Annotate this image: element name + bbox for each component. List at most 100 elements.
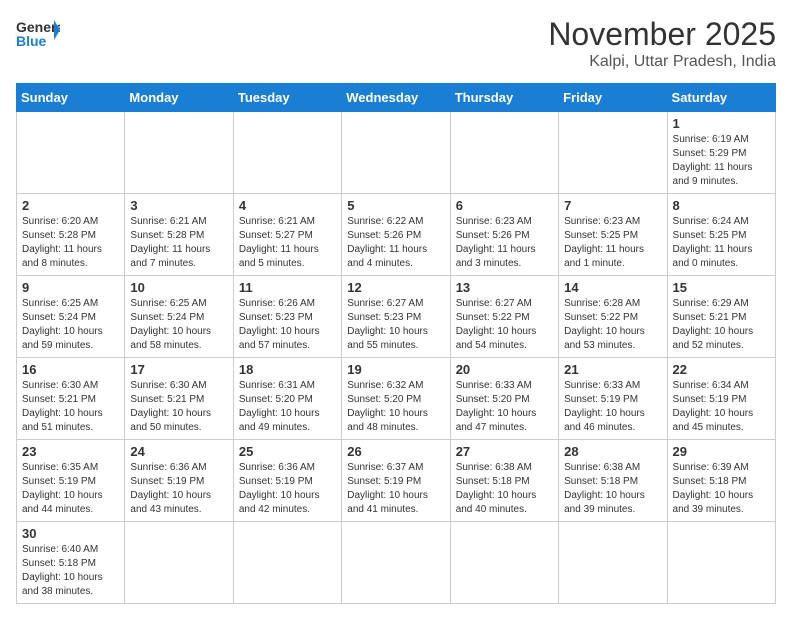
day-info: Sunrise: 6:30 AMSunset: 5:21 PMDaylight:…	[22, 379, 119, 435]
col-header-monday: Monday	[125, 84, 233, 112]
calendar-cell: 27 Sunrise: 6:38 AMSunset: 5:18 PMDayligh…	[450, 440, 558, 522]
calendar-cell: 7 Sunrise: 6:23 AMSunset: 5:25 PMDaylight…	[559, 194, 667, 276]
calendar-cell: 17Sunrise: 6:30 AMSunset: 5:21 PMDayligh…	[125, 358, 233, 440]
day-number: 8	[673, 198, 770, 213]
calendar-cell	[559, 112, 667, 194]
week-row-5: 23Sunrise: 6:35 AMSunset: 5:19 PMDayligh…	[17, 440, 776, 522]
day-number: 19	[347, 362, 444, 377]
calendar-cell: 28 Sunrise: 6:38 AMSunset: 5:18 PMDayligh…	[559, 440, 667, 522]
calendar-cell: 9 Sunrise: 6:25 AMSunset: 5:24 PMDaylight…	[17, 276, 125, 358]
page-header: General Blue November 2025 Kalpi, Uttar …	[16, 16, 776, 71]
day-info: Sunrise: 6:37 AMSunset: 5:19 PMDaylight:…	[347, 461, 444, 517]
calendar-cell: 29 Sunrise: 6:39 AMSunset: 5:18 PMDayligh…	[667, 440, 775, 522]
day-info: Sunrise: 6:27 AMSunset: 5:22 PMDaylight:…	[456, 297, 553, 353]
day-number: 21	[564, 362, 661, 377]
calendar-cell: 1 Sunrise: 6:19 AMSunset: 5:29 PMDaylight…	[667, 112, 775, 194]
day-number: 28	[564, 444, 661, 459]
calendar-cell: 24Sunrise: 6:36 AMSunset: 5:19 PMDayligh…	[125, 440, 233, 522]
day-number: 27	[456, 444, 553, 459]
day-info: Sunrise: 6:19 AMSunset: 5:29 PMDaylight:…	[673, 133, 770, 189]
calendar: SundayMondayTuesdayWednesdayThursdayFrid…	[16, 83, 776, 604]
calendar-cell: 18Sunrise: 6:31 AMSunset: 5:20 PMDayligh…	[233, 358, 341, 440]
calendar-cell: 21 Sunrise: 6:33 AMSunset: 5:19 PMDayligh…	[559, 358, 667, 440]
calendar-header-row: SundayMondayTuesdayWednesdayThursdayFrid…	[17, 84, 776, 112]
day-number: 14	[564, 280, 661, 295]
week-row-6: 30 Sunrise: 6:40 AMSunset: 5:18 PMDayligh…	[17, 522, 776, 604]
col-header-thursday: Thursday	[450, 84, 558, 112]
day-number: 7	[564, 198, 661, 213]
day-number: 12	[347, 280, 444, 295]
day-number: 24	[130, 444, 227, 459]
day-number: 22	[673, 362, 770, 377]
day-info: Sunrise: 6:38 AMSunset: 5:18 PMDaylight:…	[564, 461, 661, 517]
calendar-cell	[450, 522, 558, 604]
day-number: 20	[456, 362, 553, 377]
day-number: 10	[130, 280, 227, 295]
day-info: Sunrise: 6:20 AMSunset: 5:28 PMDaylight:…	[22, 215, 119, 271]
calendar-cell	[667, 522, 775, 604]
day-info: Sunrise: 6:22 AMSunset: 5:26 PMDaylight:…	[347, 215, 444, 271]
month-title: November 2025	[548, 16, 776, 53]
calendar-cell	[233, 522, 341, 604]
day-number: 5	[347, 198, 444, 213]
day-number: 1	[673, 116, 770, 131]
calendar-cell: 5 Sunrise: 6:22 AMSunset: 5:26 PMDaylight…	[342, 194, 450, 276]
day-info: Sunrise: 6:38 AMSunset: 5:18 PMDaylight:…	[456, 461, 553, 517]
day-info: Sunrise: 6:24 AMSunset: 5:25 PMDaylight:…	[673, 215, 770, 271]
calendar-cell: 20Sunrise: 6:33 AMSunset: 5:20 PMDayligh…	[450, 358, 558, 440]
calendar-cell: 23Sunrise: 6:35 AMSunset: 5:19 PMDayligh…	[17, 440, 125, 522]
calendar-cell: 30 Sunrise: 6:40 AMSunset: 5:18 PMDayligh…	[17, 522, 125, 604]
calendar-cell	[125, 522, 233, 604]
day-number: 13	[456, 280, 553, 295]
week-row-3: 9 Sunrise: 6:25 AMSunset: 5:24 PMDaylight…	[17, 276, 776, 358]
day-number: 3	[130, 198, 227, 213]
calendar-cell: 26Sunrise: 6:37 AMSunset: 5:19 PMDayligh…	[342, 440, 450, 522]
day-info: Sunrise: 6:25 AMSunset: 5:24 PMDaylight:…	[130, 297, 227, 353]
day-info: Sunrise: 6:32 AMSunset: 5:20 PMDaylight:…	[347, 379, 444, 435]
col-header-saturday: Saturday	[667, 84, 775, 112]
day-info: Sunrise: 6:40 AMSunset: 5:18 PMDaylight:…	[22, 543, 119, 599]
title-block: November 2025 Kalpi, Uttar Pradesh, Indi…	[548, 16, 776, 71]
day-number: 11	[239, 280, 336, 295]
day-info: Sunrise: 6:21 AMSunset: 5:28 PMDaylight:…	[130, 215, 227, 271]
day-number: 29	[673, 444, 770, 459]
day-info: Sunrise: 6:29 AMSunset: 5:21 PMDaylight:…	[673, 297, 770, 353]
location: Kalpi, Uttar Pradesh, India	[548, 53, 776, 71]
calendar-cell	[342, 112, 450, 194]
calendar-cell: 6 Sunrise: 6:23 AMSunset: 5:26 PMDaylight…	[450, 194, 558, 276]
day-info: Sunrise: 6:30 AMSunset: 5:21 PMDaylight:…	[130, 379, 227, 435]
calendar-cell: 19 Sunrise: 6:32 AMSunset: 5:20 PMDayligh…	[342, 358, 450, 440]
day-number: 25	[239, 444, 336, 459]
day-number: 9	[22, 280, 119, 295]
calendar-cell	[233, 112, 341, 194]
day-number: 30	[22, 526, 119, 541]
calendar-cell: 14Sunrise: 6:28 AMSunset: 5:22 PMDayligh…	[559, 276, 667, 358]
col-header-wednesday: Wednesday	[342, 84, 450, 112]
day-info: Sunrise: 6:36 AMSunset: 5:19 PMDaylight:…	[239, 461, 336, 517]
day-info: Sunrise: 6:25 AMSunset: 5:24 PMDaylight:…	[22, 297, 119, 353]
day-info: Sunrise: 6:27 AMSunset: 5:23 PMDaylight:…	[347, 297, 444, 353]
day-info: Sunrise: 6:34 AMSunset: 5:19 PMDaylight:…	[673, 379, 770, 435]
calendar-cell: 4 Sunrise: 6:21 AMSunset: 5:27 PMDaylight…	[233, 194, 341, 276]
calendar-cell	[342, 522, 450, 604]
day-number: 6	[456, 198, 553, 213]
calendar-cell: 10 Sunrise: 6:25 AMSunset: 5:24 PMDayligh…	[125, 276, 233, 358]
week-row-1: 1 Sunrise: 6:19 AMSunset: 5:29 PMDaylight…	[17, 112, 776, 194]
calendar-cell: 2Sunrise: 6:20 AMSunset: 5:28 PMDaylight…	[17, 194, 125, 276]
col-header-tuesday: Tuesday	[233, 84, 341, 112]
day-info: Sunrise: 6:39 AMSunset: 5:18 PMDaylight:…	[673, 461, 770, 517]
day-info: Sunrise: 6:23 AMSunset: 5:25 PMDaylight:…	[564, 215, 661, 271]
day-info: Sunrise: 6:21 AMSunset: 5:27 PMDaylight:…	[239, 215, 336, 271]
logo: General Blue	[16, 16, 60, 52]
calendar-cell: 22 Sunrise: 6:34 AMSunset: 5:19 PMDayligh…	[667, 358, 775, 440]
day-info: Sunrise: 6:33 AMSunset: 5:19 PMDaylight:…	[564, 379, 661, 435]
calendar-cell	[450, 112, 558, 194]
calendar-cell: 15Sunrise: 6:29 AMSunset: 5:21 PMDayligh…	[667, 276, 775, 358]
svg-text:Blue: Blue	[16, 33, 47, 49]
day-number: 4	[239, 198, 336, 213]
calendar-cell	[559, 522, 667, 604]
col-header-friday: Friday	[559, 84, 667, 112]
calendar-cell	[125, 112, 233, 194]
day-info: Sunrise: 6:23 AMSunset: 5:26 PMDaylight:…	[456, 215, 553, 271]
calendar-cell: 11Sunrise: 6:26 AMSunset: 5:23 PMDayligh…	[233, 276, 341, 358]
